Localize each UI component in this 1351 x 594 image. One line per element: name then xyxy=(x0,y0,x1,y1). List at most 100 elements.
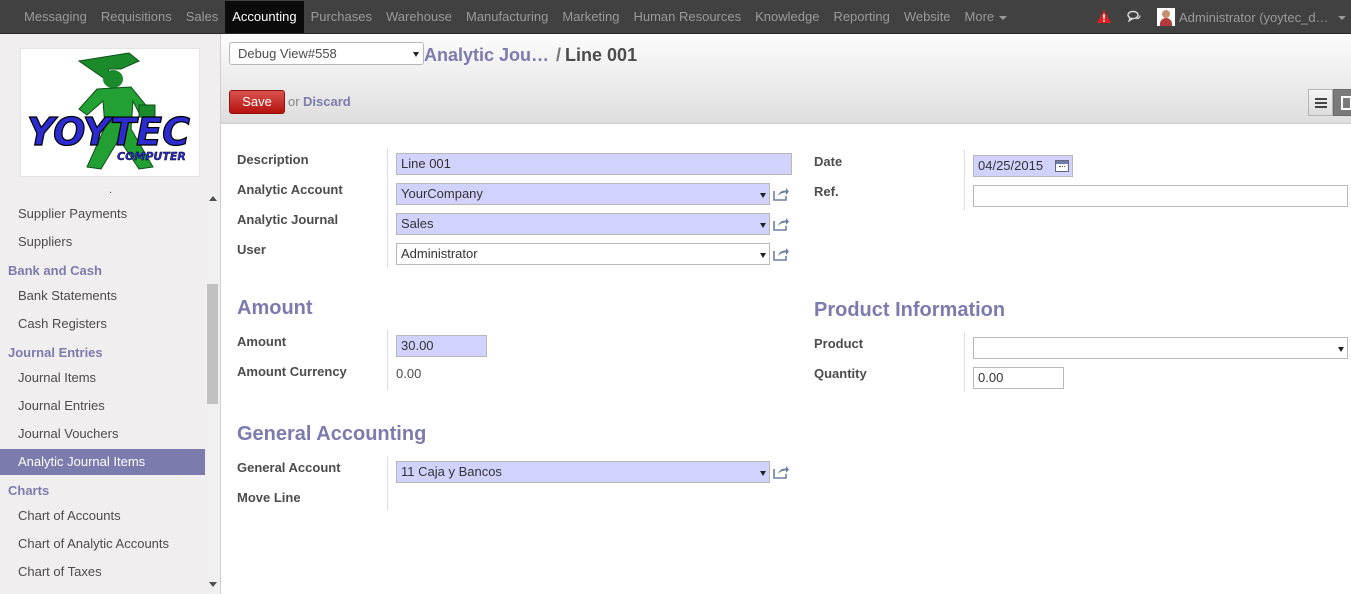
sidebar-item-journal-entries[interactable]: Journal Entries xyxy=(0,393,205,419)
chevron-down-icon xyxy=(760,253,766,258)
warning-icon[interactable] xyxy=(1097,10,1111,23)
topmenu-item-marketing[interactable]: Marketing xyxy=(555,0,626,34)
sidebar-item-supplier-payments[interactable]: Supplier Payments xyxy=(0,201,205,227)
user-name: Administrator (yoytec_d… xyxy=(1179,9,1329,25)
discard-button[interactable]: Discard xyxy=(303,94,351,109)
topmenu-item-requisitions[interactable]: Requisitions xyxy=(94,0,179,34)
topmenu-item-reporting[interactable]: Reporting xyxy=(826,0,896,34)
breadcrumb-separator: / xyxy=(556,45,562,65)
external-link-icon[interactable] xyxy=(773,217,789,231)
user-menu[interactable]: Administrator (yoytec_d… xyxy=(1157,0,1331,34)
or-text: or xyxy=(288,94,300,109)
analytic-account-select[interactable]: YourCompany xyxy=(396,183,770,205)
product-select[interactable] xyxy=(973,337,1348,359)
field-separator xyxy=(387,456,388,510)
external-link-icon[interactable] xyxy=(773,187,789,201)
save-button[interactable]: Save xyxy=(229,90,285,114)
analytic-journal-value: Sales xyxy=(401,216,434,231)
form-view-button[interactable] xyxy=(1333,89,1351,116)
general-account-label: General Account xyxy=(237,460,341,475)
sidebar-item-cash-registers[interactable]: Cash Registers xyxy=(0,311,205,337)
topmenu-item-knowledge[interactable]: Knowledge xyxy=(748,0,826,34)
field-separator xyxy=(964,332,965,392)
general-accounting-section-title: General Accounting xyxy=(237,423,427,445)
top-navbar: Messaging Requisitions Sales Accounting Purc… xyxy=(0,0,1351,34)
amount-label: Amount xyxy=(237,334,287,349)
sidebar-item-journal-vouchers[interactable]: Journal Vouchers xyxy=(0,421,205,447)
quantity-field[interactable]: 0.00 xyxy=(973,367,1064,389)
general-account-value: 11 Caja y Bancos xyxy=(401,464,502,479)
amount-section-title: Amount xyxy=(237,297,313,319)
sidebar-item-journal-items[interactable]: Journal Items xyxy=(0,365,205,391)
description-field[interactable]: Line 001 xyxy=(396,153,792,175)
user-label: User xyxy=(237,242,266,257)
sidebar-item-chart-of-analytic-accounts[interactable]: Chart of Analytic Accounts xyxy=(0,531,205,557)
app-menu: Messaging Requisitions Sales Accounting Purc… xyxy=(17,0,1014,34)
field-separator xyxy=(387,330,388,390)
sidebar-section-bank-and-cash: Bank and Cash xyxy=(8,263,102,278)
amount-currency-label: Amount Currency xyxy=(237,364,347,379)
topmenu-item-sales[interactable]: Sales xyxy=(179,0,226,34)
list-view-button[interactable] xyxy=(1308,89,1333,116)
list-icon xyxy=(1315,98,1327,108)
analytic-account-label: Analytic Account xyxy=(237,182,343,197)
company-logo: YOYTEC COMPUTER xyxy=(20,48,200,177)
sidebar-item-suppliers[interactable]: Suppliers xyxy=(0,229,205,255)
scroll-thumb[interactable] xyxy=(207,284,218,404)
scroll-down-icon[interactable] xyxy=(209,582,217,587)
debug-view-label: Debug View#558 xyxy=(238,46,337,61)
chevron-down-icon xyxy=(760,223,766,228)
calendar-icon[interactable] xyxy=(1055,160,1069,172)
sidebar-item-chart-of-taxes[interactable]: Chart of Taxes xyxy=(0,559,205,585)
date-value: 04/25/2015 xyxy=(978,158,1044,173)
breadcrumb-current: Line 001 xyxy=(565,45,638,65)
scroll-up-icon[interactable] xyxy=(209,196,217,201)
date-label: Date xyxy=(814,154,843,169)
general-account-select[interactable]: 11 Caja y Bancos xyxy=(396,461,770,483)
sidebar-item-analytic-journal-items[interactable]: Analytic Journal Items xyxy=(0,449,205,475)
topmenu-item-accounting[interactable]: Accounting xyxy=(225,1,304,33)
topmenu-item-more[interactable]: More xyxy=(958,0,1015,34)
product-label: Product xyxy=(814,336,864,351)
amount-currency-value: 0.00 xyxy=(396,366,422,381)
amount-field[interactable]: 30.00 xyxy=(396,335,487,357)
external-link-icon[interactable] xyxy=(773,247,789,261)
topmenu-item-purchases[interactable]: Purchases xyxy=(304,0,379,34)
avatar xyxy=(1157,8,1175,26)
chat-icon[interactable] xyxy=(1127,10,1141,23)
ref-field[interactable] xyxy=(973,185,1348,207)
sidebar-item-chart-of-accounts[interactable]: Chart of Accounts xyxy=(0,503,205,529)
main-content: Debug View#558 Analytic Jou… / Line 001 Sa… xyxy=(221,34,1351,594)
topmenu-item-manufacturing[interactable]: Manufacturing xyxy=(459,0,555,34)
breadcrumb-parent-link[interactable]: Analytic Jou… xyxy=(424,45,549,65)
analytic-account-value: YourCompany xyxy=(401,186,483,201)
topmenu-item-warehouse[interactable]: Warehouse xyxy=(379,0,459,34)
chevron-down-icon xyxy=(999,15,1008,20)
chevron-down-icon xyxy=(760,193,766,198)
chevron-down-icon xyxy=(413,52,419,57)
topmenu-item-human-resources[interactable]: Human Resources xyxy=(626,0,748,34)
chevron-down-icon xyxy=(1338,347,1344,352)
form-icon xyxy=(1341,96,1351,110)
field-separator xyxy=(964,150,965,210)
sidebar-item-bank-statements[interactable]: Bank Statements xyxy=(0,283,205,309)
sidebar-section-charts: Charts xyxy=(8,483,50,498)
description-label: Description xyxy=(237,152,309,167)
date-field[interactable]: 04/25/2015 xyxy=(973,155,1073,177)
product-section-title: Product Information xyxy=(814,299,1006,321)
analytic-journal-select[interactable]: Sales xyxy=(396,213,770,235)
analytic-journal-label: Analytic Journal xyxy=(237,212,339,227)
user-value: Administrator xyxy=(401,246,478,261)
topmenu-item-messaging[interactable]: Messaging xyxy=(17,0,94,34)
field-separator xyxy=(387,148,388,268)
debug-view-select[interactable]: Debug View#558 xyxy=(229,42,424,65)
breadcrumb: Analytic Jou… / Line 001 xyxy=(424,45,637,66)
external-link-icon[interactable] xyxy=(773,465,789,479)
topmenu-item-website[interactable]: Website xyxy=(897,0,958,34)
quantity-label: Quantity xyxy=(814,366,867,381)
ref-label: Ref. xyxy=(814,184,839,199)
user-select[interactable]: Administrator xyxy=(396,243,770,265)
sidebar-scrollbar[interactable] xyxy=(205,193,220,594)
svg-text:COMPUTER: COMPUTER xyxy=(117,150,186,163)
svg-text:YOYTEC: YOYTEC xyxy=(27,110,190,154)
